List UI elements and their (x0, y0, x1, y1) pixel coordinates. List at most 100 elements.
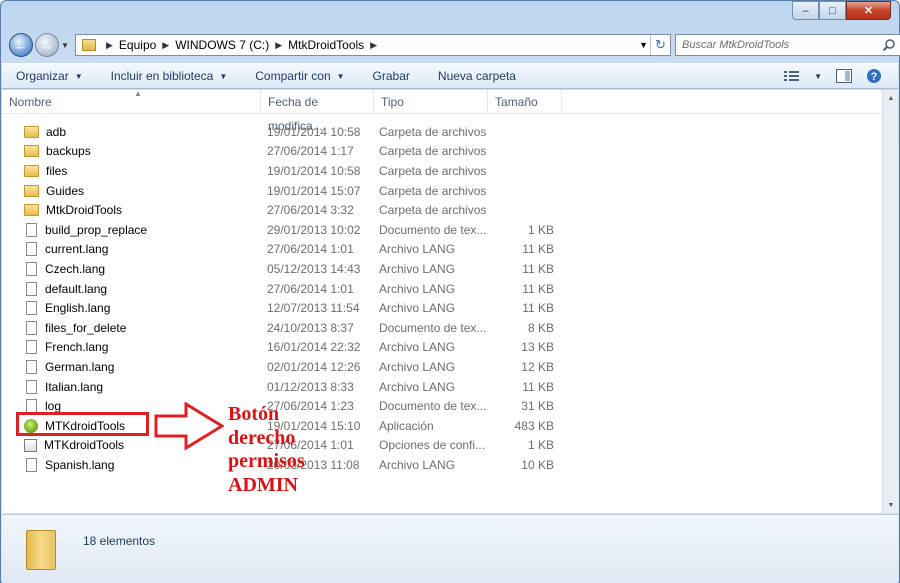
file-row[interactable]: current.lang 27/06/2014 1:01 Archivo LANG 1… (2, 240, 882, 260)
file-row[interactable]: MTKdroidTools 27/06/2014 1:01 Opciones de … (2, 436, 882, 456)
file-type: Carpeta de archivos (379, 183, 487, 198)
file-type: Documento de tex... (379, 320, 487, 335)
file-type: Archivo LANG (379, 379, 456, 394)
annotation-text: Botón derecho permisos ADMIN (228, 403, 305, 497)
column-header-name[interactable]: ▲ Nombre (2, 89, 261, 114)
include-in-library-button[interactable]: Incluir en biblioteca ▼ (111, 69, 228, 83)
search-input[interactable]: Buscar MtkDroidTools (675, 34, 900, 56)
file-size: 11 KB (522, 242, 554, 257)
chevron-right-icon[interactable]: ▶ (275, 40, 282, 51)
file-name: French.lang (45, 340, 109, 355)
chevron-right-icon[interactable]: ▶ (162, 40, 169, 51)
breadcrumb-drive[interactable]: WINDOWS 7 (C:) (175, 38, 269, 52)
file-date: 05/12/2013 14:43 (267, 261, 361, 276)
file-type: Carpeta de archivos (379, 124, 487, 139)
forward-arrow-icon: → (40, 37, 54, 53)
preview-pane-icon[interactable] (836, 69, 852, 83)
file-row[interactable]: English.lang 12/07/2013 11:54 Archivo LANG… (2, 298, 882, 318)
file-date: 19/01/2014 15:07 (267, 183, 361, 198)
close-button[interactable]: ✕ (846, 1, 891, 20)
burn-label: Grabar (372, 69, 410, 83)
column-headers: ▲ Nombre Fecha de modifica... Tipo Tamaño (2, 89, 882, 133)
address-bar[interactable]: ▶ Equipo ▶ WINDOWS 7 (C:) ▶ MtkDroidTools ▶… (75, 34, 671, 56)
refresh-icon[interactable]: ↻ (650, 35, 670, 55)
file-row[interactable]: Czech.lang 05/12/2013 14:43 Archivo LANG 11… (2, 259, 882, 279)
scroll-down-icon[interactable]: ▼ (883, 497, 899, 513)
file-name: log (45, 399, 62, 414)
file-size: 12 KB (521, 359, 554, 374)
file-name: files_for_delete (45, 320, 127, 335)
file-size: 483 KB (514, 418, 554, 433)
file-name-cell: build_prop_replace (2, 222, 261, 237)
file-name-cell: Czech.lang (2, 261, 261, 276)
recent-pages-dropdown-icon[interactable]: ▼ (61, 41, 73, 50)
vertical-scrollbar[interactable]: ▲ ▼ (882, 90, 898, 513)
chevron-right-icon[interactable]: ▶ (106, 40, 113, 51)
file-row[interactable]: build_prop_replace 29/01/2013 10:02 Docume… (2, 220, 882, 240)
back-button[interactable]: ← (9, 33, 33, 57)
file-row[interactable]: files_for_delete 24/10/2013 8:37 Documento… (2, 318, 882, 338)
file-row[interactable]: MtkDroidTools 27/06/2014 3:32 Carpeta de a… (2, 200, 882, 220)
file-name: default.lang (45, 281, 108, 296)
chevron-right-icon[interactable]: ▶ (370, 40, 377, 51)
close-icon: ✕ (863, 5, 874, 17)
file-row[interactable]: default.lang 27/06/2014 1:01 Archivo LANG 1… (2, 279, 882, 299)
new-folder-button[interactable]: Nueva carpeta (438, 69, 516, 83)
file-name-cell: files (2, 164, 261, 178)
file-date: 12/07/2013 11:54 (267, 301, 360, 316)
minimize-icon: ‒ (802, 4, 809, 17)
file-icon (26, 301, 37, 316)
column-header-type[interactable]: Tipo (374, 90, 488, 114)
share-with-button[interactable]: Compartir con ▼ (255, 69, 344, 83)
column-size-label: Tamaño (495, 95, 538, 109)
breadcrumb-equipo[interactable]: Equipo (119, 38, 156, 52)
maximize-icon: □ (829, 4, 836, 17)
file-date: 19/01/2014 10:58 (267, 163, 361, 178)
file-row[interactable]: Italian.lang 01/12/2013 8:33 Archivo LANG 1… (2, 377, 882, 397)
file-row[interactable]: Spanish.lang 20/03/2013 11:08 Archivo LANG… (2, 455, 882, 475)
file-row[interactable]: files 19/01/2014 10:58 Carpeta de archivos (2, 161, 882, 181)
file-name-cell: default.lang (2, 281, 261, 296)
file-type: Archivo LANG (379, 457, 456, 472)
scroll-up-icon[interactable]: ▲ (883, 90, 899, 106)
folder-icon (24, 204, 39, 217)
file-type: Carpeta de archivos (379, 203, 487, 218)
file-size: 31 KB (521, 399, 554, 414)
maximize-button[interactable]: □ (819, 1, 846, 20)
forward-button[interactable]: → (35, 33, 59, 57)
column-header-date[interactable]: Fecha de modifica... (261, 90, 374, 133)
file-date: 29/01/2013 10:02 (267, 222, 361, 237)
search-icon[interactable] (882, 38, 896, 52)
annotation-line: permisos (228, 450, 305, 472)
file-type: Archivo LANG (379, 242, 456, 257)
burn-button[interactable]: Grabar (373, 69, 410, 83)
help-icon[interactable]: ? (866, 68, 882, 84)
file-size: 13 KB (521, 340, 554, 355)
file-row[interactable]: adb 19/01/2014 10:58 Carpeta de archivos (2, 122, 882, 142)
item-count: 18 elementos (83, 534, 156, 548)
minimize-button[interactable]: ‒ (792, 1, 819, 20)
address-dropdown-icon[interactable]: ▼ (639, 35, 648, 55)
folder-icon (24, 184, 39, 197)
file-name: English.lang (45, 301, 111, 316)
view-options-icon[interactable] (784, 70, 800, 82)
sort-ascending-icon: ▲ (134, 89, 142, 98)
file-date: 01/12/2013 8:33 (267, 379, 354, 394)
file-name: backups (46, 144, 91, 159)
file-icon (26, 320, 37, 335)
organize-button[interactable]: Organizar ▼ (16, 69, 83, 83)
file-row[interactable]: French.lang 16/01/2014 22:32 Archivo LANG 1… (2, 338, 882, 358)
column-header-size[interactable]: Tamaño (488, 90, 562, 114)
file-type: Archivo LANG (379, 281, 456, 296)
view-dropdown-icon[interactable]: ▼ (814, 72, 822, 81)
breadcrumb-current[interactable]: MtkDroidTools (288, 38, 364, 52)
file-row[interactable]: backups 27/06/2014 1:17 Carpeta de archivo… (2, 142, 882, 162)
file-icon (26, 359, 37, 374)
file-type: Archivo LANG (379, 261, 456, 276)
file-name: Guides (46, 183, 85, 198)
organize-label: Organizar (16, 69, 69, 83)
file-row[interactable]: Guides 19/01/2014 15:07 Carpeta de archivo… (2, 181, 882, 201)
file-name-cell: German.lang (2, 359, 261, 374)
file-name: Spanish.lang (45, 457, 115, 472)
file-row[interactable]: German.lang 02/01/2014 12:26 Archivo LANG 1… (2, 357, 882, 377)
